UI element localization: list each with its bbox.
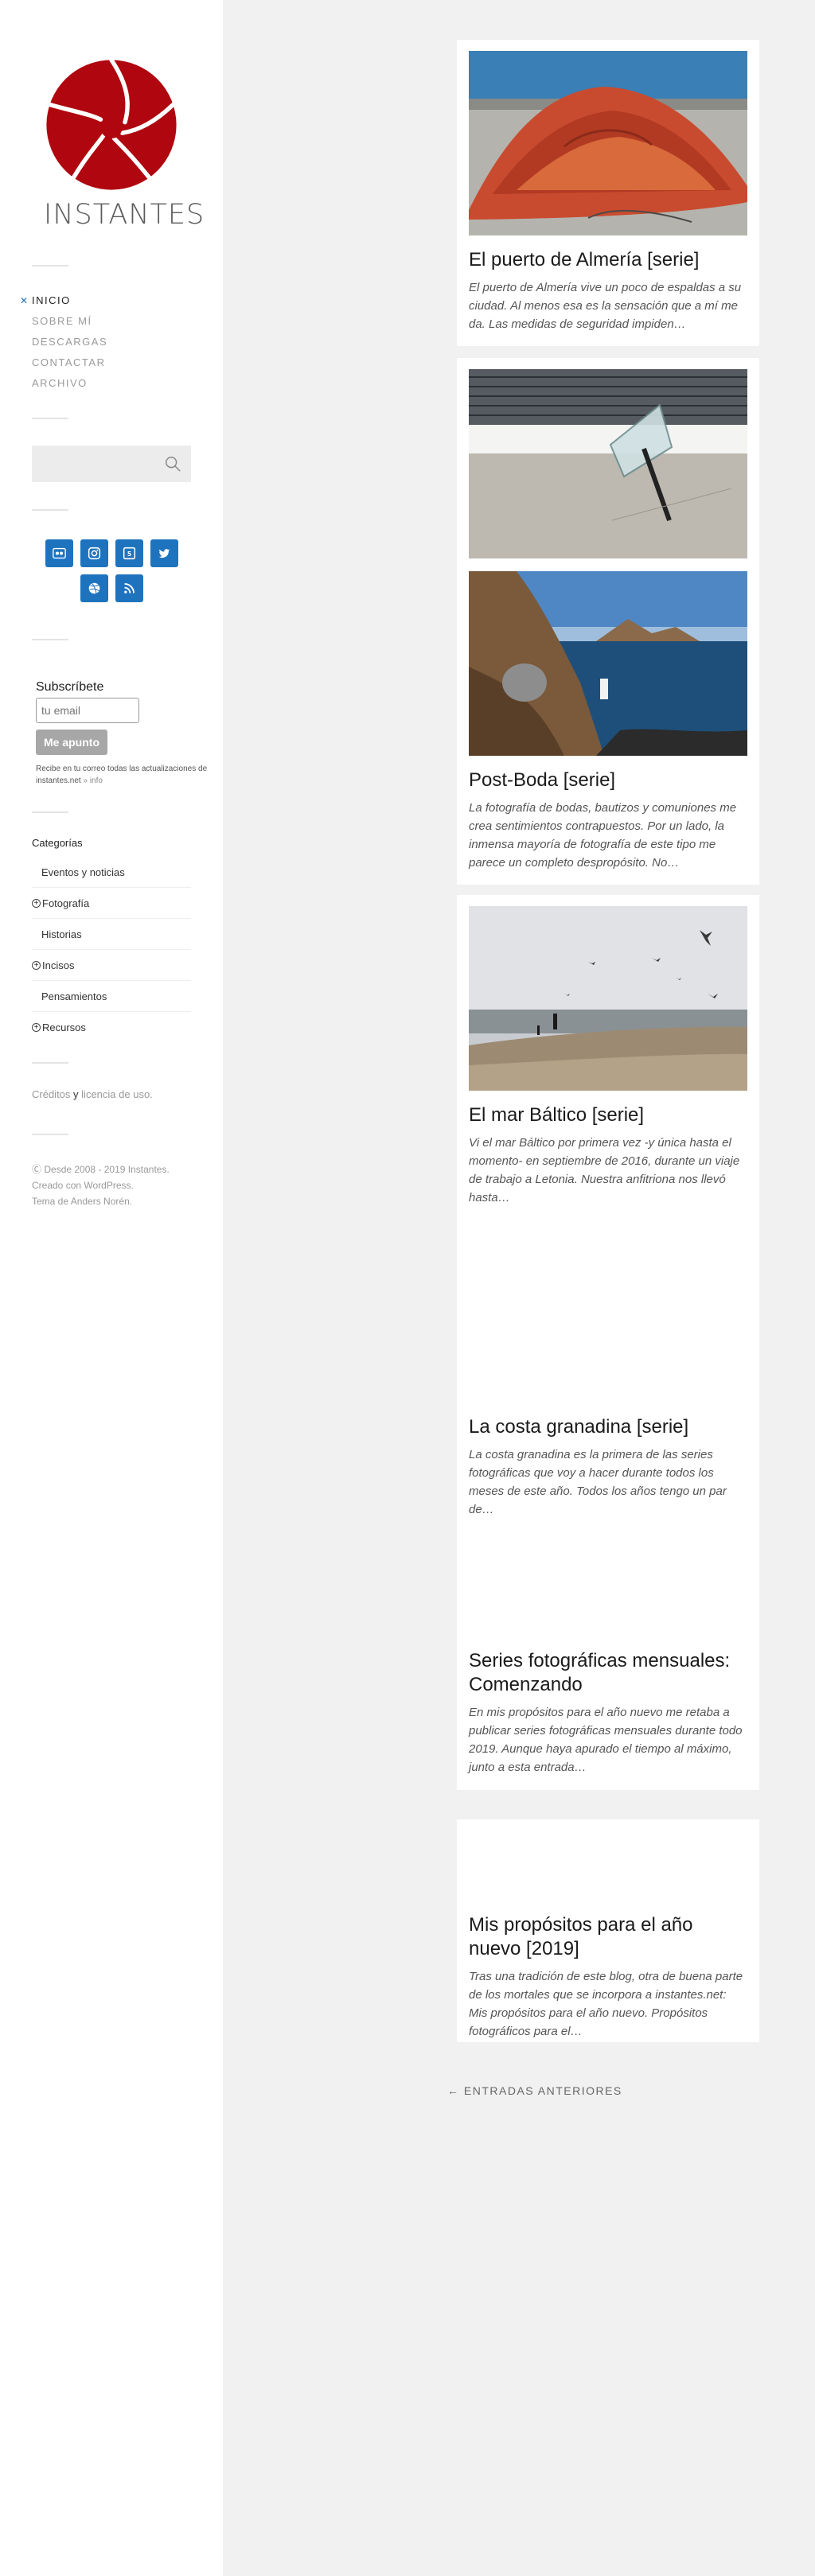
- 500px-link[interactable]: 5: [115, 539, 143, 567]
- post-title[interactable]: La costa granadina [serie]: [469, 1415, 747, 1439]
- credits-conjunction: y: [73, 1088, 79, 1100]
- flickr-link[interactable]: [45, 539, 73, 567]
- menu-item-label: Descargas: [32, 336, 108, 348]
- categories-title: Categorías: [32, 837, 83, 849]
- credits: Créditos y licencia de uso.: [32, 1088, 153, 1100]
- flickr-icon: [52, 547, 66, 559]
- post-title[interactable]: Mis propósitos para el año nuevo [2019]: [469, 1913, 747, 1961]
- menu-item-label: Inicio: [32, 294, 71, 306]
- expand-plus-icon[interactable]: +: [32, 960, 41, 970]
- instagram-icon: [88, 547, 100, 560]
- social-links: 5: [40, 539, 183, 609]
- category-label: Historias: [41, 928, 82, 940]
- categories-widget: Categorías Eventos y noticias + Fotografí…: [32, 837, 191, 1043]
- divider: [32, 811, 68, 813]
- category-item[interactable]: + Fotografía: [32, 888, 191, 919]
- category-item[interactable]: + Incisos: [32, 950, 191, 981]
- site-title: INSTANTES: [44, 199, 205, 231]
- menu-item-label: Archivo: [32, 377, 88, 389]
- instagram-link[interactable]: [80, 539, 108, 567]
- category-label: Fotografía: [42, 897, 90, 909]
- subscribe-button[interactable]: Me apunto: [36, 730, 107, 755]
- category-label: Eventos y noticias: [41, 866, 125, 878]
- subscribe-title: Subscríbete: [36, 680, 104, 694]
- active-marker-icon: ✕: [20, 295, 29, 306]
- footer-info: Ⓒ Desde 2008 - 2019 Instantes. Creado co…: [32, 1162, 215, 1209]
- older-posts-link[interactable]: ← Entradas anteriores: [447, 2084, 622, 2097]
- post-image-baltic-seagulls[interactable]: [469, 906, 747, 1091]
- post-card[interactable]: El mar Báltico [serie] Vi el mar Báltico…: [457, 895, 759, 1790]
- post-image-fishing-nets[interactable]: [469, 51, 747, 235]
- post-image-placeholder: [469, 1831, 747, 1913]
- category-label: Incisos: [42, 959, 75, 971]
- expand-plus-icon[interactable]: +: [32, 1023, 41, 1032]
- footer-wordpress: Creado con WordPress.: [32, 1180, 134, 1191]
- expand-plus-icon[interactable]: +: [32, 898, 41, 908]
- menu-item-archivo[interactable]: Archivo: [32, 373, 107, 394]
- menu-item-contactar[interactable]: Contactar: [32, 352, 107, 373]
- menu-item-sobre-mi[interactable]: Sobre mí: [32, 311, 107, 332]
- subscribe-form: Subscríbete Me apunto Recibe en tu corre…: [36, 680, 207, 787]
- footer-theme: Tema de Anders Norén.: [32, 1196, 133, 1207]
- subscribe-info-link[interactable]: » info: [84, 776, 103, 785]
- menu-item-descargas[interactable]: Descargas: [32, 332, 107, 352]
- post-card[interactable]: Post-Boda [serie] La fotografía de bodas…: [457, 358, 759, 885]
- license-link[interactable]: licencia de uso.: [81, 1088, 153, 1100]
- category-item[interactable]: + Recursos: [32, 1012, 191, 1043]
- email-field[interactable]: [36, 698, 139, 723]
- site-logo-link[interactable]: INSTANTES: [44, 57, 205, 231]
- post-card[interactable]: Mis propósitos para el año nuevo [2019] …: [457, 1819, 759, 2042]
- post-excerpt: La costa granadina es la primera de las …: [469, 1448, 727, 1516]
- post-title[interactable]: Post-Boda [serie]: [469, 769, 747, 792]
- post-title[interactable]: Series fotográficas mensuales: Comenzand…: [469, 1649, 747, 1697]
- divider: [32, 1134, 68, 1135]
- twitter-link[interactable]: [150, 539, 178, 567]
- dribbble-link[interactable]: [80, 574, 108, 602]
- rss-link[interactable]: [115, 574, 143, 602]
- post-image-coastal-wedding[interactable]: [469, 571, 747, 756]
- category-item[interactable]: Historias: [32, 919, 191, 950]
- divider: [32, 418, 68, 419]
- menu-item-label: Contactar: [32, 356, 106, 368]
- post-excerpt: En mis propósitos para el año nuevo me r…: [469, 1706, 743, 1774]
- subscribe-note: Recibe en tu correo todas las actualizac…: [36, 763, 227, 787]
- divider: [32, 1062, 68, 1064]
- divider: [32, 265, 68, 267]
- rss-icon: [123, 583, 135, 593]
- post-title[interactable]: El mar Báltico [serie]: [469, 1103, 747, 1127]
- menu-item-inicio[interactable]: ✕ Inicio: [20, 290, 107, 311]
- svg-text:5: 5: [127, 551, 131, 558]
- menu-item-label: Sobre mí: [32, 315, 92, 327]
- post-image-placeholder: [469, 1207, 747, 1415]
- category-item[interactable]: Pensamientos: [32, 981, 191, 1012]
- main-menu: ✕ Inicio Sobre mí Descargas Contactar Ar…: [20, 290, 107, 394]
- dribbble-icon: [88, 582, 99, 594]
- creative-commons-icon: Ⓒ: [32, 1164, 42, 1175]
- divider: [32, 639, 68, 640]
- footer-copyright: Desde 2008 - 2019 Instantes.: [44, 1164, 170, 1175]
- search-input[interactable]: [32, 446, 151, 482]
- search-form: [32, 446, 191, 482]
- aperture-logo-icon: [46, 57, 177, 190]
- post-image-placeholder: [469, 1519, 747, 1649]
- post-excerpt: Vi el mar Báltico por primera vez -y úni…: [469, 1136, 740, 1204]
- category-label: Recursos: [42, 1021, 86, 1033]
- search-icon[interactable]: [164, 455, 181, 473]
- category-label: Pensamientos: [41, 990, 107, 1002]
- divider: [32, 509, 68, 511]
- post-image-basketball-hoop[interactable]: [469, 369, 747, 558]
- subscribe-note-text: Recibe en tu correo todas las actualizac…: [36, 765, 208, 785]
- post-excerpt: La fotografía de bodas, bautizos y comun…: [469, 801, 737, 870]
- post-card[interactable]: El puerto de Almería [serie] El puerto d…: [457, 40, 759, 346]
- post-title[interactable]: El puerto de Almería [serie]: [469, 248, 747, 272]
- creditos-link[interactable]: Créditos: [32, 1088, 70, 1100]
- category-item[interactable]: Eventos y noticias: [32, 857, 191, 888]
- sidebar: INSTANTES ✕ Inicio Sobre mí Descargas Co…: [0, 0, 223, 2576]
- 500px-icon: 5: [123, 547, 135, 560]
- post-excerpt: Tras una tradición de este blog, otra de…: [469, 1970, 743, 2038]
- post-excerpt: El puerto de Almería vive un poco de esp…: [469, 281, 742, 331]
- twitter-icon: [158, 549, 170, 558]
